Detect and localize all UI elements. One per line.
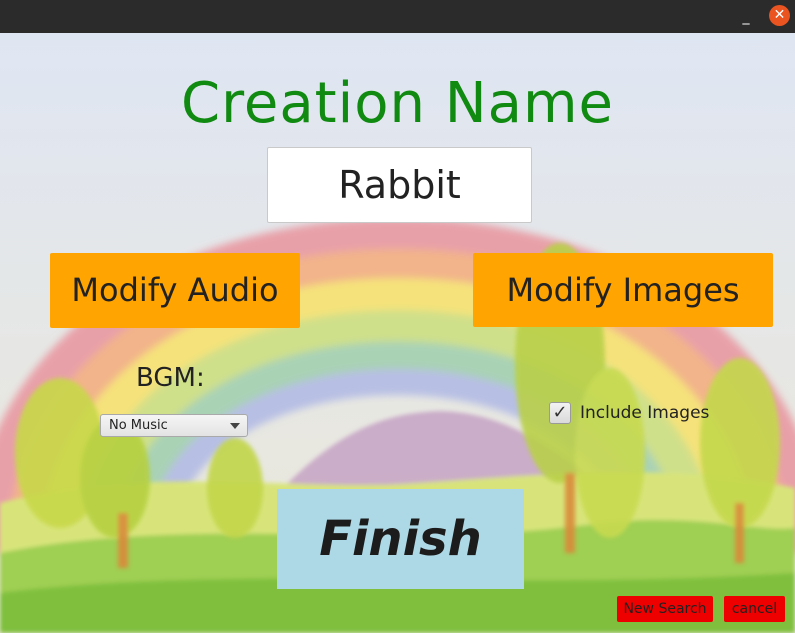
- new-search-button[interactable]: New Search: [617, 596, 713, 622]
- modify-images-button[interactable]: Modify Images: [473, 253, 773, 327]
- bgm-selected-value: No Music: [109, 418, 168, 433]
- checkmark-icon: ✓: [552, 402, 568, 423]
- window-titlebar: _ ✕: [0, 0, 795, 33]
- modify-audio-button[interactable]: Modify Audio: [50, 253, 300, 328]
- bgm-select[interactable]: No Music: [100, 414, 248, 437]
- dropdown-arrow-icon: [230, 423, 240, 429]
- include-images-label: Include Images: [580, 403, 710, 423]
- cancel-button[interactable]: cancel: [724, 596, 785, 622]
- page-title: Creation Name: [181, 71, 614, 136]
- minimize-icon[interactable]: _: [737, 9, 755, 25]
- main-canvas: Creation Name Rabbit Modify Audio Modify…: [0, 33, 795, 633]
- finish-button[interactable]: Finish: [277, 489, 524, 589]
- bgm-label: BGM:: [136, 363, 205, 393]
- include-images-checkbox[interactable]: ✓: [549, 402, 571, 424]
- close-icon[interactable]: ✕: [769, 5, 790, 26]
- creation-name-field[interactable]: Rabbit: [267, 147, 532, 223]
